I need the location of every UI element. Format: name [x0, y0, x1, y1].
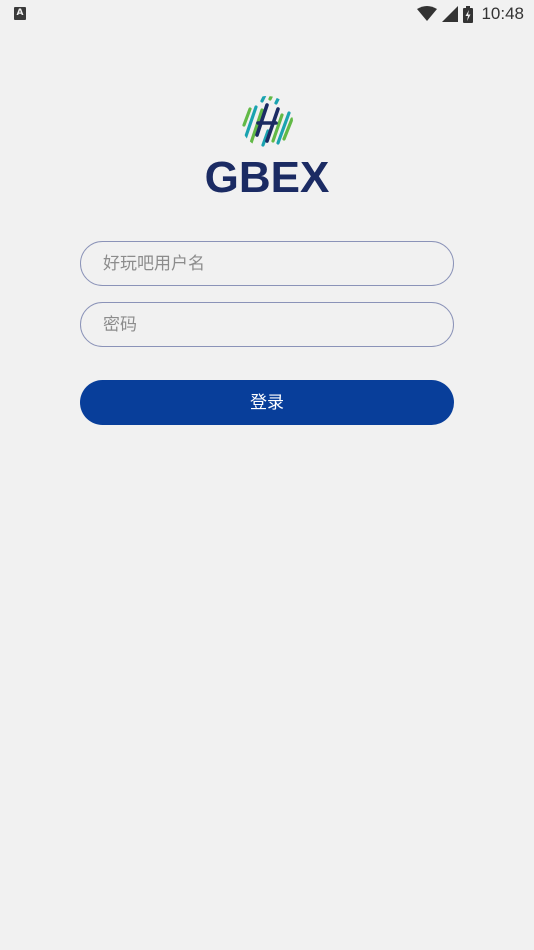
status-time: 10:48 [481, 4, 524, 23]
wifi-icon [417, 6, 438, 21]
battery-charging-icon [463, 5, 474, 23]
password-field[interactable] [80, 302, 454, 347]
brand-name: GBEX [204, 153, 330, 202]
gbex-logo-icon [242, 96, 293, 147]
password-input[interactable] [101, 313, 433, 336]
cell-signal-icon [442, 6, 459, 22]
notification-a-icon: A [14, 7, 26, 20]
status-icons: 10:48 [417, 3, 524, 25]
username-field[interactable] [80, 241, 454, 286]
login-button[interactable]: 登录 [80, 380, 454, 425]
username-input[interactable] [101, 252, 433, 275]
status-bar: A 10:48 [0, 0, 534, 28]
